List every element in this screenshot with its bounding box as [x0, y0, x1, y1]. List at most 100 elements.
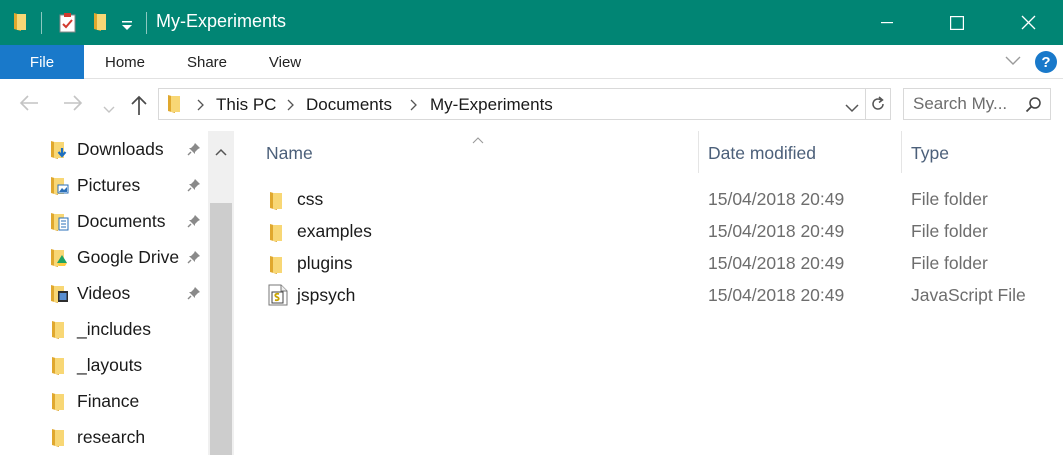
pin-icon[interactable]: [187, 142, 201, 161]
recent-locations-chevron-icon[interactable]: [103, 101, 115, 119]
file-date-modified: 15/04/2018 20:49: [708, 253, 845, 273]
search-icon[interactable]: [1025, 96, 1042, 118]
breadcrumb-arrow-icon[interactable]: [197, 98, 205, 116]
pictures-folder-icon: [50, 176, 70, 201]
folder-icon: [268, 255, 284, 280]
file-name: plugins: [297, 253, 353, 273]
folder-icon: [268, 223, 284, 248]
nav-item[interactable]: Videos: [0, 275, 208, 311]
column-header-name[interactable]: Name: [266, 143, 313, 164]
search-input[interactable]: [904, 89, 1022, 119]
properties-icon[interactable]: [59, 13, 77, 38]
nav-item-label: Google Drive: [77, 247, 180, 267]
breadcrumb-arrow-icon[interactable]: [287, 98, 295, 116]
search-box[interactable]: [903, 88, 1051, 120]
file-name: jspsych: [297, 285, 356, 305]
nav-scrollbar[interactable]: [208, 131, 234, 455]
nav-item[interactable]: Documents: [0, 203, 208, 239]
nav-item-label: _layouts: [77, 355, 143, 375]
tab-file[interactable]: File: [0, 45, 84, 79]
file-row[interactable]: jspsych 15/04/2018 20:49 JavaScript File: [234, 279, 1063, 311]
nav-item[interactable]: Downloads: [0, 131, 208, 167]
file-type: File folder: [911, 221, 988, 241]
forward-arrow-icon[interactable]: [62, 93, 84, 118]
refresh-icon: [872, 96, 884, 110]
close-icon: [1021, 15, 1035, 30]
nav-item-label: Videos: [77, 283, 131, 303]
breadcrumb-documents[interactable]: Documents: [306, 95, 392, 115]
folder-icon: [268, 191, 284, 216]
expand-ribbon-icon[interactable]: [1004, 54, 1022, 72]
column-divider[interactable]: [901, 131, 902, 173]
refresh-button[interactable]: [866, 88, 891, 120]
nav-item-label: _includes: [77, 319, 151, 339]
folder-icon: [50, 356, 66, 381]
file-list: Name Date modified Type css 15/04/2018 20…: [234, 131, 1063, 455]
new-folder-icon[interactable]: [92, 12, 108, 37]
google-drive-folder-icon: [50, 248, 70, 273]
file-type: JavaScript File: [911, 285, 1026, 305]
back-arrow-icon[interactable]: [18, 93, 40, 118]
nav-item-label: research: [77, 427, 146, 447]
column-header-type[interactable]: Type: [911, 143, 949, 164]
tab-share[interactable]: Share: [178, 45, 236, 79]
sort-ascending-icon: [472, 131, 484, 149]
minimize-icon: [881, 21, 893, 23]
folder-icon: [166, 94, 182, 119]
nav-item[interactable]: Finance: [0, 383, 208, 419]
tab-view[interactable]: View: [258, 45, 312, 79]
navigation-pane: research Finance _layouts _includes Videos Go…: [0, 131, 234, 455]
file-name: examples: [297, 221, 372, 241]
close-button[interactable]: [1005, 0, 1051, 45]
window-title: My-Experiments: [156, 11, 287, 31]
address-dropdown-icon[interactable]: [845, 100, 859, 118]
up-arrow-icon[interactable]: [129, 94, 149, 121]
nav-item-label: Pictures: [77, 175, 141, 195]
navigation-bar: This PC Documents My-Experiments: [0, 79, 1063, 131]
pin-icon[interactable]: [187, 286, 201, 305]
titlebar-separator: [41, 12, 42, 34]
nav-item-label: Finance: [77, 391, 140, 411]
pin-icon[interactable]: [187, 214, 201, 233]
tab-home[interactable]: Home: [96, 45, 154, 79]
nav-item[interactable]: Pictures: [0, 167, 208, 203]
scroll-up-icon[interactable]: [215, 143, 227, 161]
folder-icon: [50, 320, 66, 345]
pin-icon[interactable]: [187, 178, 201, 197]
nav-item[interactable]: _includes: [0, 311, 208, 347]
nav-item-label: Documents: [77, 211, 166, 231]
file-row[interactable]: css 15/04/2018 20:49 File folder: [234, 183, 1063, 215]
folder-icon: [12, 12, 28, 37]
documents-folder-icon: [50, 212, 70, 237]
file-type: File folder: [911, 189, 988, 209]
nav-item[interactable]: Google Drive: [0, 239, 208, 275]
nav-item[interactable]: research: [0, 419, 208, 455]
column-divider[interactable]: [698, 131, 699, 173]
file-type: File folder: [911, 253, 988, 273]
ribbon: File Home Share View ?: [0, 45, 1063, 79]
maximize-button[interactable]: [934, 0, 980, 45]
file-date-modified: 15/04/2018 20:49: [708, 285, 845, 305]
downloads-folder-icon: [50, 140, 70, 165]
help-icon[interactable]: ?: [1035, 51, 1057, 73]
title-bar: My-Experiments: [0, 0, 1063, 45]
javascript-file-icon: [268, 284, 288, 311]
videos-folder-icon: [50, 284, 70, 309]
minimize-button[interactable]: [864, 0, 910, 45]
scrollbar-thumb[interactable]: [210, 203, 232, 455]
address-bar[interactable]: This PC Documents My-Experiments: [158, 88, 866, 120]
breadcrumb-this-pc[interactable]: This PC: [216, 95, 276, 115]
file-date-modified: 15/04/2018 20:49: [708, 221, 845, 241]
titlebar-separator: [146, 12, 147, 34]
quick-access-dropdown-icon[interactable]: [121, 18, 133, 36]
file-row[interactable]: plugins 15/04/2018 20:49 File folder: [234, 247, 1063, 279]
folder-icon: [50, 428, 66, 453]
nav-item-label: Downloads: [77, 139, 164, 159]
breadcrumb-my-experiments[interactable]: My-Experiments: [430, 95, 553, 115]
nav-item[interactable]: _layouts: [0, 347, 208, 383]
file-row[interactable]: examples 15/04/2018 20:49 File folder: [234, 215, 1063, 247]
maximize-icon: [950, 15, 964, 30]
column-header-date-modified[interactable]: Date modified: [708, 143, 816, 164]
breadcrumb-arrow-icon[interactable]: [410, 98, 418, 116]
pin-icon[interactable]: [187, 250, 201, 269]
